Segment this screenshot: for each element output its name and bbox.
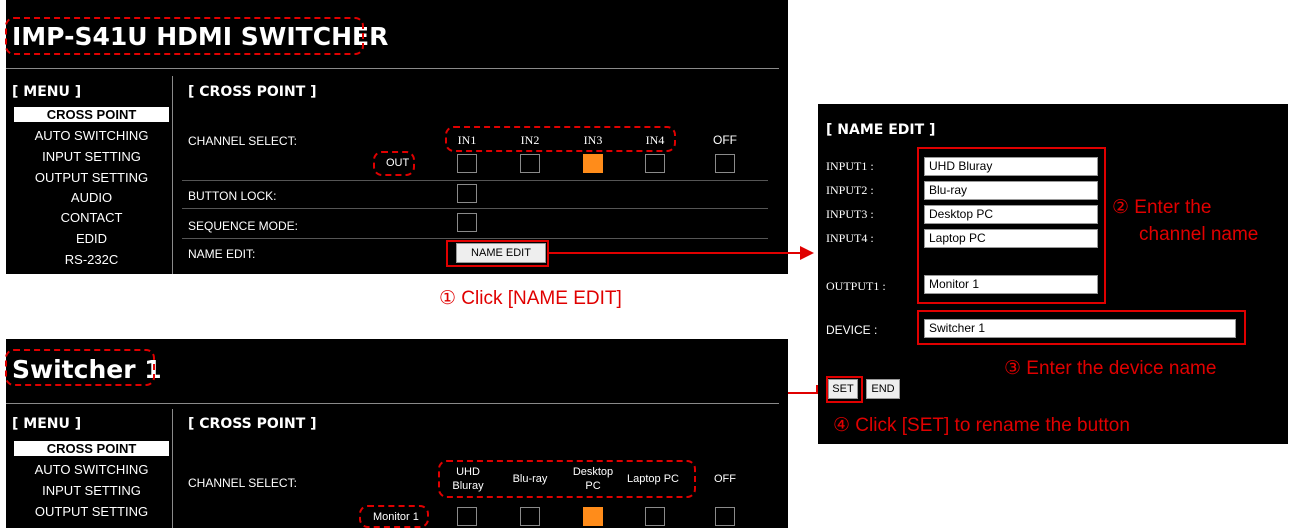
crosspoint-in4-checkbox[interactable]	[645, 154, 665, 173]
crosspoint-in2-checkbox[interactable]	[520, 154, 540, 173]
input3-label: INPUT3 :	[826, 207, 874, 221]
input4-label: INPUT4 :	[826, 231, 874, 245]
channel-select-label: CHANNEL SELECT:	[188, 476, 297, 490]
crosspoint-off-checkbox[interactable]	[715, 507, 735, 526]
input-label-off: OFF	[713, 133, 737, 147]
button-lock-checkbox[interactable]	[457, 184, 477, 203]
sequence-mode-checkbox[interactable]	[457, 213, 477, 232]
step4-annotation: ④ Click [SET] to rename the button	[833, 415, 1130, 436]
divider	[172, 76, 173, 274]
arrow-connector	[816, 385, 818, 394]
name-edit-label: NAME EDIT:	[188, 247, 256, 261]
end-button[interactable]: END	[866, 379, 900, 399]
menu-item-output-setting[interactable]: OUTPUT SETTING	[14, 504, 169, 519]
set-button-highlight	[826, 376, 863, 403]
crosspoint-in2-checkbox[interactable]	[520, 507, 540, 526]
crosspoint-in4-checkbox[interactable]	[645, 507, 665, 526]
menu-item-cross-point[interactable]: CROSS POINT	[14, 107, 169, 122]
crosspoint-in3-checkbox[interactable]	[583, 507, 603, 526]
menu-header: [ MENU ]	[12, 416, 82, 432]
crosspoint-in3-checkbox[interactable]	[583, 154, 603, 173]
step2-annotation-line2: channel name	[1139, 224, 1259, 245]
row-divider	[182, 238, 768, 239]
input-labels-highlight	[445, 126, 676, 152]
output1-label: OUTPUT1 :	[826, 279, 886, 293]
section-header: [ CROSS POINT ]	[188, 416, 317, 432]
menu-header: [ MENU ]	[12, 84, 82, 100]
button-lock-label: BUTTON LOCK:	[188, 189, 277, 203]
name-edit-highlight	[446, 240, 549, 267]
title-highlight	[5, 349, 155, 386]
menu-item-edid[interactable]: EDID	[14, 231, 169, 246]
menu-item-contact[interactable]: CONTACT	[14, 210, 169, 225]
menu-item-auto-switching[interactable]: AUTO SWITCHING	[14, 128, 169, 143]
menu-item-output-setting[interactable]: OUTPUT SETTING	[14, 170, 169, 185]
step2-annotation-line1: ② Enter the	[1112, 197, 1212, 218]
step1-annotation: ① Click [NAME EDIT]	[439, 288, 622, 309]
channel-name-fields-highlight	[917, 147, 1106, 304]
crosspoint-off-checkbox[interactable]	[715, 154, 735, 173]
menu-item-input-setting[interactable]: INPUT SETTING	[14, 149, 169, 164]
divider	[6, 403, 779, 404]
name-edit-header: [ NAME EDIT ]	[826, 122, 936, 138]
device-label: DEVICE :	[826, 323, 878, 337]
arrow-head-right-icon	[800, 246, 814, 260]
menu-item-audio[interactable]: AUDIO	[14, 190, 169, 205]
divider	[172, 409, 173, 528]
title-highlight	[5, 17, 364, 55]
device-field-highlight	[917, 310, 1246, 345]
menu-item-auto-switching[interactable]: AUTO SWITCHING	[14, 462, 169, 477]
menu-item-rs232c[interactable]: RS-232C	[14, 252, 169, 267]
step3-annotation: ③ Enter the device name	[1004, 358, 1217, 379]
input-label-off: OFF	[714, 473, 736, 485]
arrow-line	[549, 252, 802, 254]
input1-label: INPUT1 :	[826, 159, 874, 173]
row-divider	[182, 208, 768, 209]
sequence-mode-label: SEQUENCE MODE:	[188, 219, 299, 233]
crosspoint-in1-checkbox[interactable]	[457, 507, 477, 526]
out-label-highlight	[373, 151, 415, 176]
row-divider	[182, 180, 768, 181]
channel-select-label: CHANNEL SELECT:	[188, 134, 297, 148]
divider	[6, 68, 779, 69]
section-header: [ CROSS POINT ]	[188, 84, 317, 100]
crosspoint-in1-checkbox[interactable]	[457, 154, 477, 173]
input2-label: INPUT2 :	[826, 183, 874, 197]
menu-item-input-setting[interactable]: INPUT SETTING	[14, 483, 169, 498]
menu-item-cross-point[interactable]: CROSS POINT	[14, 441, 169, 456]
input-labels-highlight	[438, 460, 696, 498]
out-label-highlight	[359, 505, 429, 528]
